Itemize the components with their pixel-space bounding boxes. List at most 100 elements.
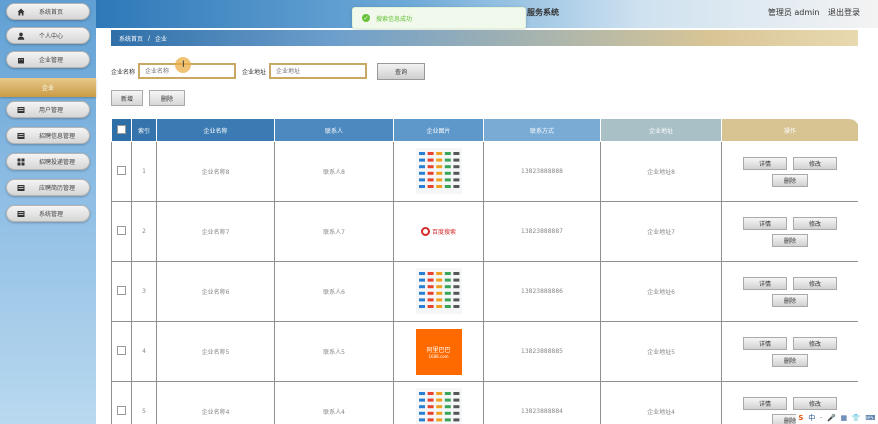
microphone-icon[interactable]: 🎤 [827, 414, 836, 422]
row-delete-button[interactable]: 删除 [772, 233, 808, 247]
skin-icon[interactable]: 👕 [852, 414, 861, 422]
detail-button[interactable]: 详情 [743, 396, 787, 410]
logout-link[interactable]: 退出登录 [828, 8, 860, 17]
row-delete-button[interactable]: 删除 [772, 293, 808, 307]
row-image-cell: 阿里巴巴 1688.com [393, 321, 484, 382]
breadcrumb-current: 企业 [155, 35, 168, 43]
select-all-checkbox[interactable] [117, 124, 126, 134]
col-phone: 联系方式 [483, 118, 601, 142]
edit-button[interactable]: 修改 [793, 216, 837, 230]
row-checkbox[interactable] [117, 346, 126, 355]
breadcrumb: 系统首页 / 企业 [111, 30, 858, 46]
row-phone: 13823888885 [483, 321, 601, 382]
delete-button[interactable]: 删除 [149, 90, 185, 106]
select-all-cell[interactable] [111, 118, 132, 142]
row-image-cell: 百度搜索 [393, 201, 484, 262]
edit-button[interactable]: 修改 [793, 336, 837, 350]
company-addr-input[interactable] [269, 63, 368, 79]
row-checkbox[interactable] [117, 406, 126, 415]
sidebar-item-company-mgmt[interactable]: 企业管理 [6, 51, 90, 68]
ime-punct[interactable]: · [820, 414, 822, 422]
sidebar-item-system[interactable]: 系统管理 [6, 205, 90, 222]
sidebar-item-jobs[interactable]: 招聘信息管理 [6, 127, 90, 144]
search-bar: 企业名称 企业地址 查询 [111, 62, 426, 80]
table-row: 3 企业名称6 联系人6 13823888886 企业地址6 详情 修改 删除 [111, 261, 858, 322]
col-index: 索引 [131, 118, 157, 142]
row-image-cell [393, 381, 484, 424]
edit-button[interactable]: 修改 [793, 396, 837, 410]
row-index: 1 [131, 141, 157, 202]
row-contact: 联系人8 [274, 141, 394, 202]
text-cursor-icon: I [182, 60, 185, 70]
row-contact: 联系人4 [274, 381, 394, 424]
row-actions: 详情 修改删除 [721, 321, 858, 382]
row-address: 企业地址4 [600, 381, 722, 424]
sidebar-item-home[interactable]: 系统首页 [6, 3, 90, 20]
ime-tray: S 中 · 🎤 ▦ 👕 ⌨ [796, 412, 878, 424]
row-contact: 联系人5 [274, 321, 394, 382]
company-name-label: 企业名称 [111, 68, 136, 76]
search-button[interactable]: 查询 [377, 62, 426, 80]
row-checkbox[interactable] [117, 226, 126, 235]
sidebar-item-users[interactable]: 用户管理 [6, 101, 90, 118]
row-image-cell [393, 261, 484, 322]
table-row: 2 企业名称7 联系人7 百度搜索 13823888887 企业地址7 详情 修改 删除 [111, 201, 858, 262]
edit-button[interactable]: 修改 [793, 276, 837, 290]
row-delete-button[interactable]: 删除 [772, 353, 808, 367]
company-logo: 阿里巴巴 1688.com [415, 328, 462, 375]
list-icon [17, 210, 25, 218]
row-contact: 联系人7 [274, 201, 394, 262]
sidebar-item-label: 企业管理 [39, 57, 64, 64]
row-select-cell[interactable] [111, 381, 132, 424]
sogou-icon[interactable]: S [798, 414, 803, 422]
row-phone: 13823888886 [483, 261, 601, 322]
row-index: 5 [131, 381, 157, 424]
table-row: 1 企业名称8 联系人8 13823888888 企业地址8 详情 修改 删除 [111, 141, 858, 202]
company-logo [415, 147, 462, 196]
row-select-cell[interactable] [111, 321, 132, 382]
row-actions: 详情 修改删除 [721, 261, 858, 322]
row-select-cell[interactable] [111, 141, 132, 202]
ime-language[interactable]: 中 [808, 413, 815, 423]
toast-message: 搜索信息成功 [376, 15, 413, 23]
row-index: 3 [131, 261, 157, 322]
sidebar-item-label: 系统管理 [39, 211, 64, 218]
sidebar-item-applications[interactable]: 招聘投递管理 [6, 153, 90, 170]
sidebar-item-resumes[interactable]: 应聘简历管理 [6, 179, 90, 196]
edit-button[interactable]: 修改 [793, 156, 837, 170]
col-name: 企业名称 [156, 118, 275, 142]
row-actions: 详情 修改删除 [721, 201, 858, 262]
user-icon [17, 32, 25, 40]
row-index: 4 [131, 321, 157, 382]
row-select-cell[interactable] [111, 201, 132, 262]
row-company-name: 企业名称4 [156, 381, 275, 424]
list-icon [17, 106, 25, 114]
row-phone: 13823888887 [483, 201, 601, 262]
table-row: 5 企业名称4 联系人4 13823888884 企业地址4 详情 修改 删除 [111, 381, 858, 424]
keyboard-icon[interactable]: ⌨ [865, 414, 875, 422]
sidebar-item-label: 个人中心 [39, 33, 64, 40]
table-header: 索引 企业名称 联系人 企业图片 联系方式 企业地址 操作 [111, 118, 858, 142]
company-logo [415, 267, 462, 316]
row-checkbox[interactable] [117, 286, 126, 295]
row-phone: 13823888888 [483, 141, 601, 202]
user-info: 管理员 admin 退出登录 [762, 7, 860, 18]
logo-red-mark [420, 227, 430, 236]
breadcrumb-home[interactable]: 系统首页 [119, 34, 143, 43]
action-buttons: 新增 删除 [111, 90, 185, 106]
row-delete-button[interactable]: 删除 [772, 173, 808, 187]
list-icon [17, 132, 25, 140]
detail-button[interactable]: 详情 [743, 156, 787, 170]
row-company-name: 企业名称6 [156, 261, 275, 322]
breadcrumb-separator: / [148, 34, 151, 42]
detail-button[interactable]: 详情 [743, 336, 787, 350]
row-select-cell[interactable] [111, 261, 132, 322]
sidebar-item-company[interactable]: 企业 [0, 78, 96, 97]
row-checkbox[interactable] [117, 166, 126, 175]
keyboard-grid-icon[interactable]: ▦ [841, 414, 848, 422]
detail-button[interactable]: 详情 [743, 276, 787, 290]
add-button[interactable]: 新增 [111, 90, 143, 106]
detail-button[interactable]: 详情 [743, 216, 787, 230]
sidebar-item-label: 系统首页 [39, 9, 64, 16]
sidebar-item-profile[interactable]: 个人中心 [6, 27, 90, 44]
